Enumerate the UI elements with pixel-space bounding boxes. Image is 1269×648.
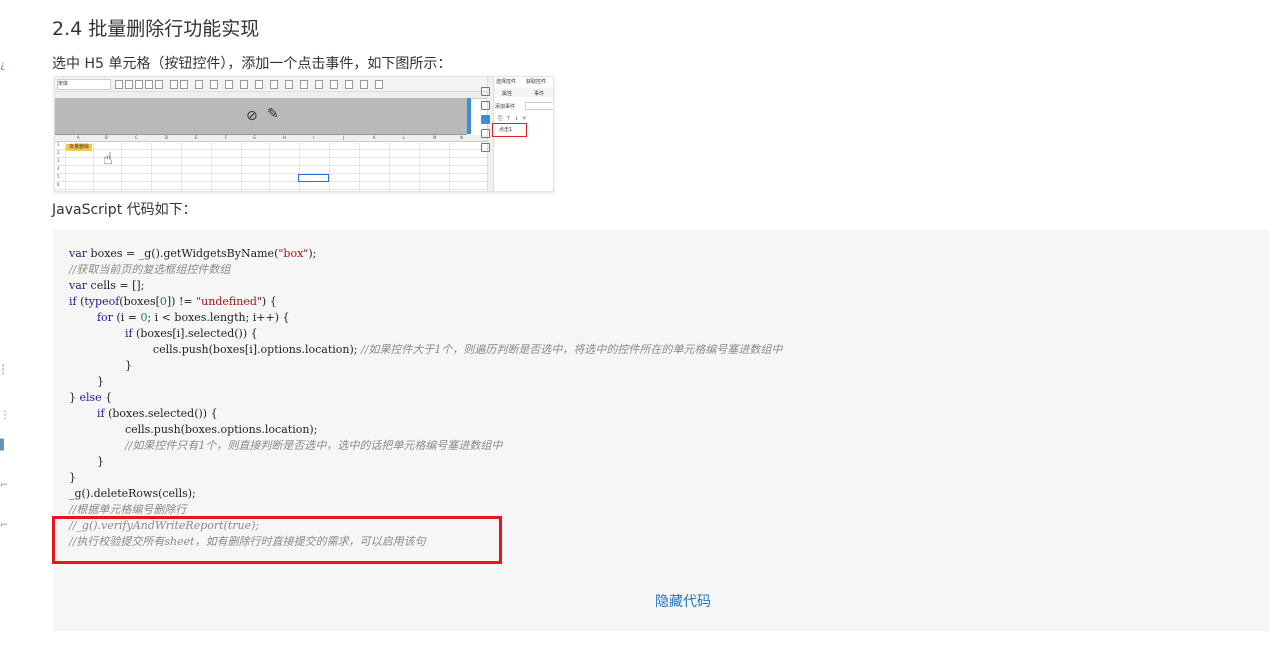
code-line: } else {	[69, 391, 113, 404]
toolbar-button	[225, 80, 233, 89]
toolbar-button	[240, 80, 248, 89]
hidden-eye-icon: ⊘	[246, 108, 258, 124]
report-header-band	[55, 98, 467, 135]
toolbar-button	[300, 80, 308, 89]
code-line: if (boxes[i].selected()) {	[124, 327, 258, 340]
toolbar-button	[115, 80, 123, 89]
toolbar-button	[180, 80, 188, 89]
gutter-mark: ⌐	[0, 520, 9, 531]
toolbar-button	[270, 80, 278, 89]
toolbar-button	[210, 80, 218, 89]
code-line: }	[69, 455, 104, 468]
toolbar-button	[135, 80, 143, 89]
event-tools: ⎘↑↓✕	[498, 115, 530, 122]
property-panel: 选择控件 获取控件 属性 事件 添加事件 ⎘↑↓✕ 点击1	[492, 77, 553, 191]
batch-delete-button: 批量删除	[66, 144, 92, 151]
toolbar-button	[375, 80, 383, 89]
panel-tab-select: 选择控件	[496, 79, 517, 85]
toolbar-button	[195, 80, 203, 89]
subtab-events: 事件	[534, 91, 545, 97]
gutter-mark: ┆	[0, 365, 7, 376]
code-line: //如果控件只有1个，则直接判断是否选中，选中的话把单元格编号塞进数组中	[124, 439, 503, 452]
intro-text: 选中 H5 单元格（按钮控件），添加一个点击事件，如下图所示：	[52, 56, 452, 72]
toolbar-button	[315, 80, 323, 89]
gutter-mark: ▌	[0, 440, 8, 451]
code-line: cells.push(boxes.options.location);	[69, 423, 318, 436]
toolbar-button	[255, 80, 263, 89]
code-line: //获取当前页的复选框组控件数组	[69, 263, 231, 276]
section-title: 2.4 批量删除行功能实现	[52, 18, 260, 40]
toolbar-button	[330, 80, 338, 89]
panel-tab-get: 获取控件	[526, 79, 547, 85]
left-gutter: ¿ ┆ ⋮ ▌ ⌐ ⌐	[0, 0, 14, 648]
selected-cell	[298, 174, 329, 182]
toolbar-button	[345, 80, 353, 89]
code-line: }	[69, 375, 104, 388]
toolbar-button	[360, 80, 368, 89]
click-event-label: 点击1	[499, 127, 513, 133]
hide-code-link[interactable]: 隐藏代码	[655, 591, 711, 611]
side-icon-strip	[479, 87, 491, 157]
designer-screenshot-image: 宋体 ⊘ ✎ ABC DEF GHI JKL MN 1 2 3 4 5 6 批量…	[54, 76, 554, 192]
font-name: 宋体	[58, 81, 69, 87]
code-line: cells.push(boxes[i].options.location); /…	[69, 343, 783, 356]
hand-cursor-icon: ☝	[103, 149, 113, 168]
add-event-label: 添加事件	[495, 104, 516, 110]
code-line: }	[69, 471, 76, 484]
code-line: if (boxes.selected()) {	[96, 407, 218, 420]
toolbar-button	[125, 80, 133, 89]
code-line: }	[69, 359, 132, 372]
code-line: if (typeof(boxes[0]) != "undefined") {	[69, 295, 277, 308]
toolbar: 宋体	[55, 77, 487, 92]
code-content: var boxes = _g().getWidgetsByName("box")…	[69, 246, 782, 550]
toolbar-button	[170, 80, 178, 89]
pencil-icon: ✎	[267, 106, 279, 122]
code-line: for (i = 0; i < boxes.length; i++) {	[96, 311, 290, 324]
gutter-mark: ¿	[0, 60, 6, 71]
toolbar-button	[285, 80, 293, 89]
code-line: _g().deleteRows(cells);	[69, 487, 196, 500]
spreadsheet-grid: ABC DEF GHI JKL MN 1 2 3 4 5 6 批量删除 ☝	[55, 135, 487, 191]
js-caption: JavaScript 代码如下：	[52, 202, 197, 218]
gutter-mark: ⋮	[0, 410, 10, 421]
add-event-select	[525, 102, 553, 110]
code-line: var boxes = _g().getWidgetsByName("box")…	[69, 247, 317, 260]
header-scroll-marker	[467, 98, 471, 134]
toolbar-button	[145, 80, 153, 89]
highlight-box	[52, 516, 502, 564]
subtab-attributes: 属性	[502, 91, 513, 97]
code-line: var cells = [];	[69, 279, 145, 292]
toolbar-button	[155, 80, 163, 89]
gutter-mark: ⌐	[0, 480, 9, 491]
click-event-item: 点击1	[492, 123, 527, 137]
